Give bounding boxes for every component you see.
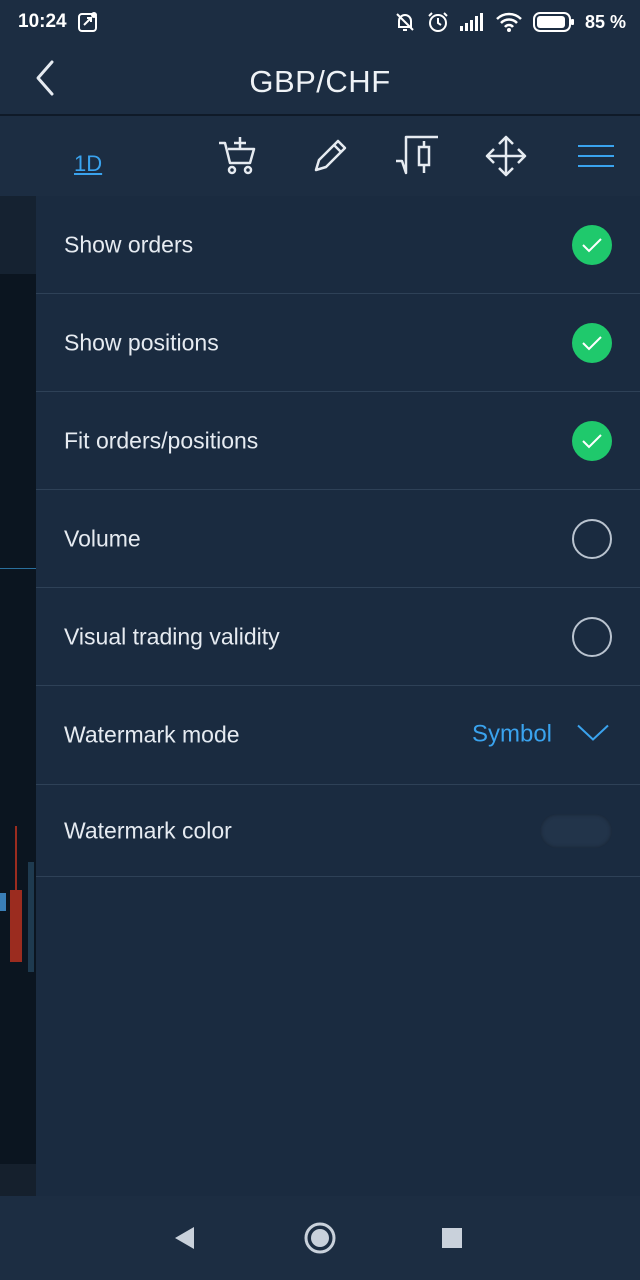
draw-button[interactable] <box>308 134 352 178</box>
system-nav-bar <box>0 1196 640 1280</box>
chevron-down-icon[interactable] <box>576 723 610 748</box>
app-header: GBP/CHF <box>0 44 640 116</box>
screen-recorder-icon <box>77 11 99 33</box>
chart-background <box>0 196 36 1196</box>
show-orders-row[interactable]: Show orders <box>36 196 640 294</box>
pencil-icon <box>314 139 347 172</box>
candlestick-icon <box>396 135 438 175</box>
watermark-color-swatch[interactable] <box>540 813 612 848</box>
watermark-color-label: Watermark color <box>64 817 232 843</box>
menu-button[interactable] <box>576 134 616 178</box>
watermark-mode-row[interactable]: Watermark mode Symbol <box>36 686 640 785</box>
show-positions-checkbox[interactable] <box>572 322 612 363</box>
status-bar: 10:24 85 % <box>0 0 640 44</box>
page-title: GBP/CHF <box>249 64 391 99</box>
volume-row[interactable]: Volume <box>36 490 640 588</box>
chart-toolbar: 1D <box>0 116 640 196</box>
nav-home-button[interactable] <box>300 1218 340 1258</box>
fit-orders-positions-label: Fit orders/positions <box>64 427 259 453</box>
status-time: 10:24 <box>18 11 67 32</box>
period-selector[interactable]: 1D <box>74 142 102 186</box>
watermark-mode-label: Watermark mode <box>64 721 240 748</box>
nav-back-button[interactable] <box>164 1218 204 1258</box>
show-positions-row[interactable]: Show positions <box>36 294 640 392</box>
pan-button[interactable] <box>484 134 528 178</box>
wifi-icon <box>495 11 523 33</box>
battery-level: 85 % <box>584 11 626 32</box>
volume-label: Volume <box>64 525 141 551</box>
add-to-cart-icon <box>219 137 256 175</box>
triangle-back-icon <box>175 1227 194 1249</box>
show-orders-checkbox[interactable] <box>572 224 612 265</box>
fit-orders-positions-row[interactable]: Fit orders/positions <box>36 392 640 490</box>
alarm-icon <box>427 11 449 33</box>
settings-panel: Show orders Show positions Fit orders/po… <box>36 196 640 1196</box>
battery-icon <box>532 11 575 33</box>
visual-trading-validity-checkbox[interactable] <box>572 616 612 657</box>
new-order-button[interactable] <box>216 134 260 178</box>
chart-candle <box>10 890 22 962</box>
checkmark-icon <box>582 237 602 252</box>
checkmark-icon <box>582 335 602 350</box>
move-arrows-icon <box>485 135 527 177</box>
menu-icon <box>578 145 614 167</box>
circle-home-icon <box>304 1222 336 1254</box>
indicators-button[interactable] <box>394 134 440 178</box>
visual-trading-validity-label: Visual trading validity <box>64 623 280 649</box>
signal-icon <box>459 12 485 32</box>
watermark-mode-value[interactable]: Symbol <box>472 720 552 748</box>
checkmark-icon <box>582 433 602 448</box>
square-recents-icon <box>442 1228 462 1248</box>
volume-checkbox[interactable] <box>572 518 612 559</box>
mute-bell-icon <box>393 10 417 34</box>
watermark-color-row[interactable]: Watermark color <box>36 785 640 877</box>
show-positions-label: Show positions <box>64 329 219 355</box>
fit-orders-positions-checkbox[interactable] <box>572 420 612 461</box>
visual-trading-validity-row[interactable]: Visual trading validity <box>36 588 640 686</box>
nav-recents-button[interactable] <box>432 1218 472 1258</box>
show-orders-label: Show orders <box>64 231 194 257</box>
